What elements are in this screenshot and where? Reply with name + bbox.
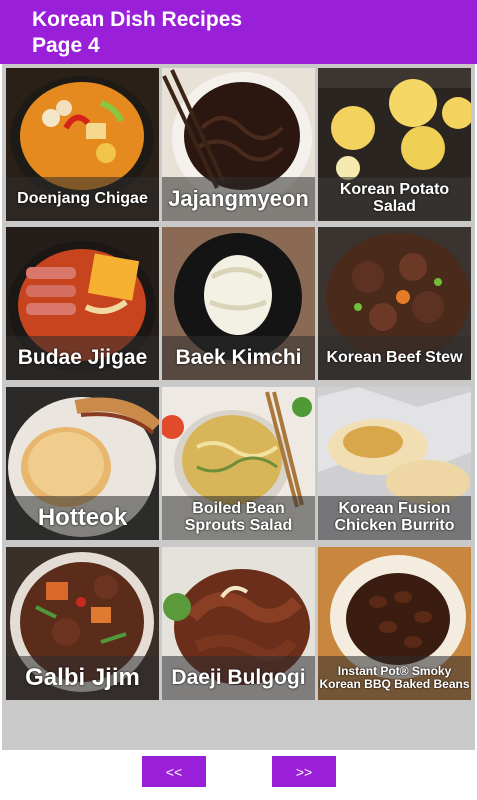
recipe-tile-jajangmyeon[interactable]: Jajangmyeon (162, 68, 315, 221)
app-header: Korean Dish Recipes Page 4 (0, 0, 477, 64)
recipe-tile-korean-beef-stew[interactable]: Korean Beef Stew (318, 227, 471, 380)
recipe-label: Boiled Bean Sprouts Salad (162, 496, 315, 540)
recipe-tile-doenjang-chigae[interactable]: Doenjang Chigae (6, 68, 159, 221)
recipe-label: Doenjang Chigae (6, 177, 159, 221)
recipe-grid: Doenjang Chigae Jajangmyeon Korean Potat… (2, 64, 475, 750)
recipe-label: Galbi Jjim (6, 656, 159, 700)
recipe-label: Korean Potato Salad (318, 177, 471, 221)
page-title: Korean Dish Recipes (32, 8, 243, 31)
recipe-tile-baek-kimchi[interactable]: Baek Kimchi (162, 227, 315, 380)
recipe-label: Baek Kimchi (162, 336, 315, 380)
recipe-label: Hotteok (6, 496, 159, 540)
recipe-label: Jajangmyeon (162, 177, 315, 221)
page-subtitle: Page 4 (32, 34, 100, 57)
recipe-tile-hotteok[interactable]: Hotteok (6, 387, 159, 540)
next-page-button[interactable]: >> (272, 756, 336, 787)
footer-bar (0, 750, 477, 800)
recipe-tile-galbi-jjim[interactable]: Galbi Jjim (6, 547, 159, 700)
recipe-label: Daeji Bulgogi (162, 656, 315, 700)
recipe-tile-budae-jjigae[interactable]: Budae Jjigae (6, 227, 159, 380)
recipe-tile-korean-potato-salad[interactable]: Korean Potato Salad (318, 68, 471, 221)
previous-page-button[interactable]: << (142, 756, 206, 787)
recipe-label: Budae Jjigae (6, 336, 159, 380)
recipe-label: Korean Fusion Chicken Burrito (318, 496, 471, 540)
recipe-tile-daeji-bulgogi[interactable]: Daeji Bulgogi (162, 547, 315, 700)
recipe-label: Korean Beef Stew (318, 336, 471, 380)
recipe-tile-korean-fusion-chicken-burrito[interactable]: Korean Fusion Chicken Burrito (318, 387, 471, 540)
recipe-label: Instant Pot® Smoky Korean BBQ Baked Bean… (318, 656, 471, 700)
recipe-tile-instant-pot-baked-beans[interactable]: Instant Pot® Smoky Korean BBQ Baked Bean… (318, 547, 471, 700)
recipe-tile-boiled-bean-sprouts-salad[interactable]: Boiled Bean Sprouts Salad (162, 387, 315, 540)
